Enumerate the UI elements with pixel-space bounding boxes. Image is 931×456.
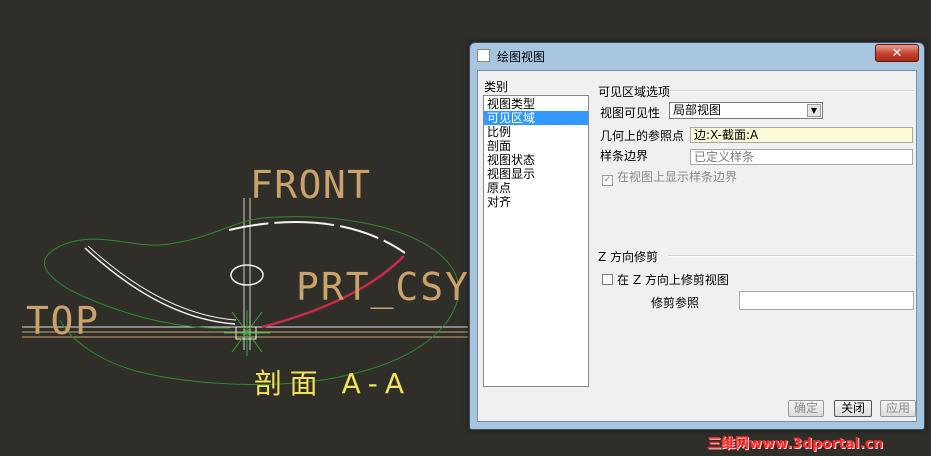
z-trim-label: 在 Z 方向上修剪视图	[617, 273, 729, 287]
z-trim-option: 在 Z 方向上修剪视图	[602, 271, 729, 288]
category-item-view-state[interactable]: 视图状态	[484, 153, 588, 167]
part-edge-left-inner	[87, 245, 237, 321]
view-visibility-select[interactable]: 局部视图 ▼	[669, 102, 823, 119]
geometry-ref-label: 几何上的参照点	[600, 129, 685, 143]
z-trim-checkbox[interactable]	[602, 274, 613, 285]
category-item-view-type[interactable]: 视图类型	[484, 97, 588, 111]
part-edge-left	[84, 247, 236, 325]
dialog-titlebar[interactable]: 绘图视图 ✕	[470, 43, 924, 69]
group-divider	[668, 255, 914, 257]
visible-area-group-title: 可见区域选项	[598, 85, 671, 99]
category-item-visible-area[interactable]: 可见区域	[484, 111, 588, 125]
front-label: FRONT	[250, 163, 370, 207]
spline-boundary-label: 样条边界	[600, 149, 649, 163]
show-spline-checkbox[interactable]: ✓	[602, 175, 613, 186]
group-divider	[670, 90, 914, 92]
category-item-scale[interactable]: 比例	[484, 125, 588, 139]
section-label: 剖面 A-A	[254, 367, 404, 400]
window-icon	[477, 49, 490, 62]
category-item-alignment[interactable]: 对齐	[484, 195, 588, 209]
category-item-origin[interactable]: 原点	[484, 181, 588, 195]
close-button[interactable]: 关闭	[834, 400, 872, 417]
category-list[interactable]: 视图类型 可见区域 比例 剖面 视图状态 视图显示 原点 对齐	[483, 95, 589, 387]
chevron-down-icon[interactable]: ▼	[807, 104, 821, 117]
drawing-view-dialog: 绘图视图 ✕ 类别 视图类型 可见区域 比例 剖面 视图状态 视图显示 原点 对…	[469, 42, 925, 430]
category-item-section[interactable]: 剖面	[484, 139, 588, 153]
category-label: 类别	[484, 80, 509, 94]
trim-ref-field[interactable]	[739, 291, 914, 310]
geometry-ref-field[interactable]: 边:X-截面:A	[690, 127, 913, 143]
apply-button[interactable]: 应用	[880, 400, 916, 417]
trim-ref-label: 修剪参照	[651, 296, 700, 310]
view-visibility-label: 视图可见性	[600, 106, 661, 120]
view-visibility-value: 局部视图	[673, 103, 722, 117]
ok-button[interactable]: 确定	[788, 400, 824, 417]
spline-boundary-field[interactable]: 已定义样条	[690, 149, 913, 165]
category-item-view-display[interactable]: 视图显示	[484, 167, 588, 181]
watermark: 三维网www.3dportal.cn	[707, 436, 884, 452]
show-spline-label: 在视图上显示样条边界	[617, 170, 738, 184]
z-clip-group-title: Z 方向修剪	[598, 250, 659, 264]
show-spline-option: ✓ 在视图上显示样条边界	[602, 168, 737, 186]
dialog-body: 类别 视图类型 可见区域 比例 剖面 视图状态 视图显示 原点 对齐 可见区域选…	[477, 70, 917, 422]
top-label: TOP	[26, 299, 98, 343]
dialog-title: 绘图视图	[497, 50, 546, 64]
hole-ellipse	[230, 264, 264, 286]
close-window-button[interactable]: ✕	[875, 44, 919, 62]
csys-label: PRT_CSY	[296, 265, 468, 310]
